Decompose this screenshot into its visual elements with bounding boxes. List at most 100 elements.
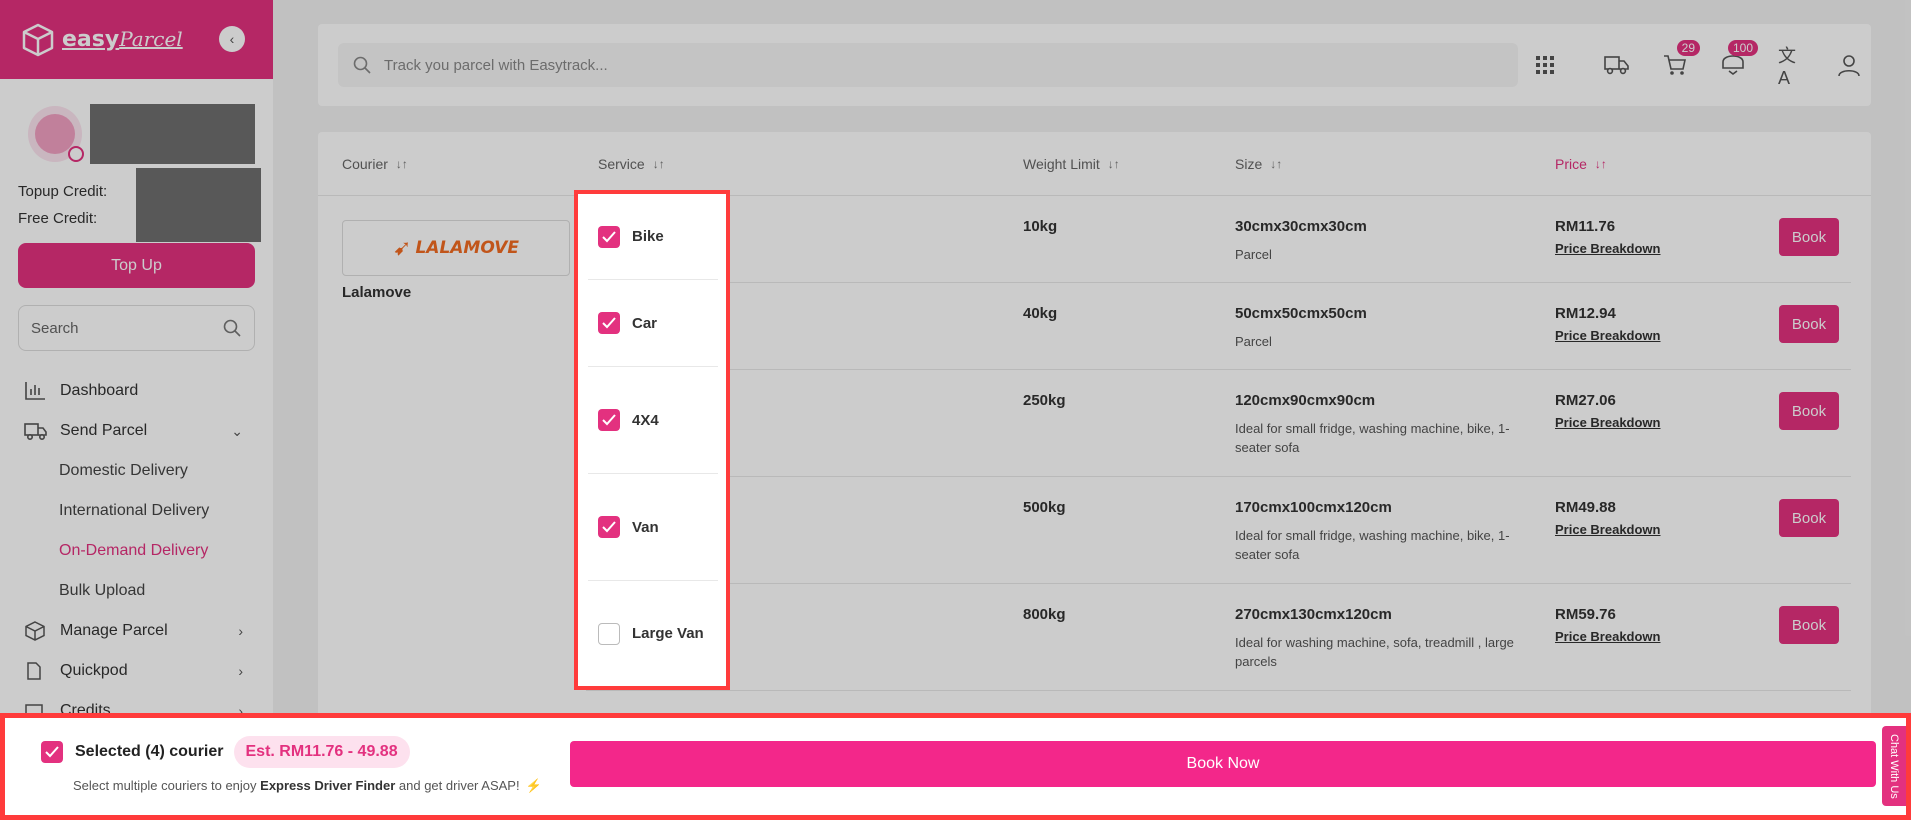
weight-cell: 250kg xyxy=(1023,392,1066,409)
sidebar-search xyxy=(18,305,255,351)
sort-icon: ↓↑ xyxy=(1594,157,1607,171)
brand-name-script: Parcel xyxy=(119,27,183,51)
price-breakdown-link[interactable]: Price Breakdown xyxy=(1555,241,1661,256)
courier-logo-card: ➹ LALAMOVE xyxy=(342,220,570,276)
flag-icon xyxy=(68,146,85,162)
checkbox-checked[interactable] xyxy=(598,409,620,431)
service-option-bike[interactable]: Bike xyxy=(588,194,718,280)
selected-count-text: Selected (4) courier xyxy=(75,743,224,760)
select-all-checkbox[interactable] xyxy=(41,741,63,763)
checkbox-checked[interactable] xyxy=(598,225,620,248)
brand-name: easyParcel xyxy=(62,27,183,52)
translate-icon[interactable]: 文A xyxy=(1778,46,1804,88)
price-breakdown-link[interactable]: Price Breakdown xyxy=(1555,522,1661,537)
price-cell: RM12.94 Price Breakdown xyxy=(1555,305,1661,343)
box-icon xyxy=(24,620,50,642)
hint-bold-text: Express Driver Finder xyxy=(260,778,396,793)
size-cell: 170cmx100cmx120cm Ideal for small fridge,… xyxy=(1235,499,1525,564)
cart-icon[interactable]: 29 xyxy=(1662,40,1700,78)
sidebar-item-manage-parcel[interactable]: Manage Parcel › xyxy=(24,611,273,651)
delivery-truck-icon[interactable] xyxy=(1604,52,1630,78)
profile xyxy=(0,79,273,164)
size-value: 270cmx130cmx120cm xyxy=(1235,606,1392,623)
service-option-large-van[interactable]: Large Van xyxy=(588,581,718,686)
sidebar: easyParcel ‹ Topup Credit: Free Credit: … xyxy=(0,0,273,820)
sidebar-search-input[interactable] xyxy=(31,319,191,337)
service-label: Large Van xyxy=(632,625,704,642)
size-desc: Ideal for small fridge, washing machine,… xyxy=(1235,528,1510,562)
box-logo-icon xyxy=(22,23,54,56)
sidebar-item-international-delivery[interactable]: International Delivery xyxy=(24,491,273,531)
sidebar-item-quickpod[interactable]: Quickpod › xyxy=(24,651,273,691)
book-button[interactable]: Book xyxy=(1779,305,1839,343)
hint-text: Select multiple couriers to enjoy xyxy=(73,778,261,793)
book-button[interactable]: Book xyxy=(1779,606,1839,644)
book-button[interactable]: Book xyxy=(1779,392,1839,430)
apps-grid-icon[interactable] xyxy=(1532,52,1558,78)
service-option-car[interactable]: Car xyxy=(588,280,718,367)
sort-icon: ↓↑ xyxy=(1270,157,1283,171)
header-size[interactable]: Size ↓↑ xyxy=(1235,132,1282,196)
service-label: Car xyxy=(632,314,658,332)
book-now-button[interactable]: Book Now xyxy=(570,741,1876,787)
redacted-username xyxy=(90,104,255,164)
price-breakdown-link[interactable]: Price Breakdown xyxy=(1555,415,1661,430)
header-courier[interactable]: Courier ↓↑ xyxy=(342,132,408,196)
size-value: 170cmx100cmx120cm xyxy=(1235,499,1392,516)
search-icon[interactable] xyxy=(222,318,242,338)
table-row: 800kg 270cmx130cmx120cm Ideal for washing… xyxy=(586,584,1851,691)
book-button[interactable]: Book xyxy=(1779,218,1839,256)
size-desc: Ideal for small fridge, washing machine,… xyxy=(1235,421,1510,455)
price-breakdown-link[interactable]: Price Breakdown xyxy=(1555,629,1661,644)
service-label: Van xyxy=(632,518,659,536)
collapse-sidebar-button[interactable]: ‹ xyxy=(219,26,245,52)
lalamove-logo-icon: ➹ xyxy=(393,235,412,260)
search-icon xyxy=(353,56,371,74)
sidebar-item-label: Send Parcel xyxy=(60,422,148,439)
estimate-badge: Est. RM11.76 - 49.88 xyxy=(233,736,410,768)
table-row: 10kg 30cmx30cmx30cm Parcel RM11.76 Price B… xyxy=(586,196,1851,283)
main-content: 29 100 文A Courier ↓↑ Service ↓↑ Weight Lim… xyxy=(273,0,1911,820)
sidebar-item-bulk-upload[interactable]: Bulk Upload xyxy=(24,571,273,611)
credits: Topup Credit: Free Credit: xyxy=(0,164,273,242)
size-value: 120cmx90cmx90cm xyxy=(1235,392,1376,409)
checkbox-checked[interactable] xyxy=(598,312,620,334)
sidebar-nav: Dashboard Send Parcel ⌄ Domestic Deliver… xyxy=(0,351,273,731)
size-cell: 30cmx30cmx30cm Parcel xyxy=(1235,218,1525,264)
sort-icon: ↓↑ xyxy=(395,157,408,171)
notification-icon[interactable]: 100 xyxy=(1720,40,1758,78)
top-up-button[interactable]: Top Up xyxy=(18,243,255,288)
service-label: Bike xyxy=(632,228,664,245)
header-label: Service xyxy=(598,156,645,172)
price-breakdown-link[interactable]: Price Breakdown xyxy=(1555,328,1661,343)
table-row: 250kg 120cmx90cmx90cm Ideal for small fri… xyxy=(586,370,1851,477)
header-service[interactable]: Service ↓↑ xyxy=(598,132,665,196)
size-cell: 120cmx90cmx90cm Ideal for small fridge, w… xyxy=(1235,392,1525,457)
service-option-van[interactable]: Van xyxy=(588,474,718,581)
user-icon[interactable] xyxy=(1836,52,1862,78)
header-weight-limit[interactable]: Weight Limit ↓↑ xyxy=(1023,132,1120,196)
size-value: 50cmx50cmx50cm xyxy=(1235,305,1367,322)
book-button[interactable]: Book xyxy=(1779,499,1839,537)
weight-cell: 800kg xyxy=(1023,606,1066,623)
sort-icon: ↓↑ xyxy=(1107,157,1120,171)
service-option-4x4[interactable]: 4X4 xyxy=(588,367,718,474)
checkbox-unchecked[interactable] xyxy=(598,622,620,645)
chat-with-us-tab[interactable]: Chat With Us xyxy=(1882,726,1906,806)
sidebar-item-send-parcel[interactable]: Send Parcel ⌄ xyxy=(24,411,273,451)
chevron-left-icon: ‹ xyxy=(229,31,235,47)
booking-summary-bar: Selected (4) courier Est. RM11.76 - 49.8… xyxy=(0,713,1911,820)
size-cell: 50cmx50cmx50cm Parcel xyxy=(1235,305,1525,351)
topbar: 29 100 文A xyxy=(318,24,1871,106)
track-parcel-input[interactable] xyxy=(384,56,1384,74)
sidebar-item-domestic-delivery[interactable]: Domestic Delivery xyxy=(24,451,273,491)
sidebar-item-on-demand-delivery[interactable]: On-Demand Delivery xyxy=(24,531,273,571)
header-price[interactable]: Price ↓↑ xyxy=(1555,132,1607,196)
lightning-icon: ⚡ xyxy=(525,778,542,793)
hint-text-end: and get driver ASAP! xyxy=(395,778,520,793)
header-label: Weight Limit xyxy=(1023,156,1100,172)
sidebar-item-dashboard[interactable]: Dashboard xyxy=(24,371,273,411)
notification-count-badge: 100 xyxy=(1727,40,1758,56)
price-value: RM27.06 xyxy=(1555,392,1616,409)
checkbox-checked[interactable] xyxy=(598,516,620,538)
